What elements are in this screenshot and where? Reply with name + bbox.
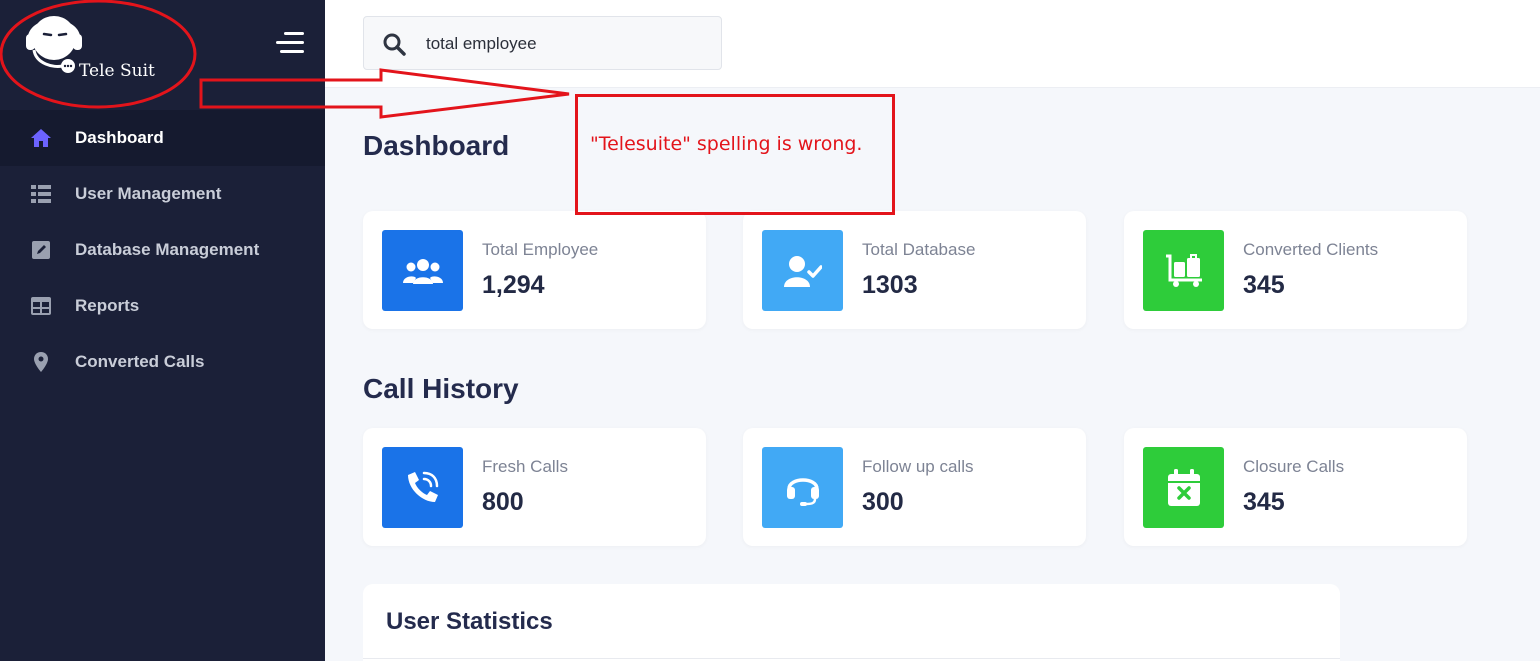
- divider: [363, 658, 1340, 659]
- edit-icon: [30, 239, 52, 261]
- card-value: 300: [862, 488, 904, 516]
- card-value: 1303: [862, 271, 918, 299]
- home-icon: [30, 127, 52, 149]
- card-label: Converted Clients: [1243, 240, 1379, 259]
- search-icon[interactable]: [382, 32, 406, 56]
- stat-card-total-employee[interactable]: Total Employee 1,294: [363, 211, 706, 329]
- sidebar: Tele Suit Dashboard User Management Data…: [0, 0, 325, 661]
- app-logo[interactable]: Tele Suit: [24, 8, 164, 81]
- annotation-note-box: "Telesuite" spelling is wrong.: [575, 94, 895, 215]
- sidebar-item-database-management[interactable]: Database Management: [0, 222, 325, 278]
- stat-card-follow-up-calls[interactable]: Follow up calls 300: [743, 428, 1086, 546]
- sidebar-item-label: Converted Calls: [75, 352, 205, 371]
- card-label: Follow up calls: [862, 457, 974, 476]
- annotation-note-text: "Telesuite" spelling is wrong.: [590, 133, 863, 155]
- stat-card-closure-calls[interactable]: Closure Calls 345: [1124, 428, 1467, 546]
- search-input[interactable]: [426, 31, 706, 57]
- stat-card-total-database[interactable]: Total Database 1303: [743, 211, 1086, 329]
- sidebar-item-label: Database Management: [75, 240, 260, 259]
- sidebar-item-reports[interactable]: Reports: [0, 278, 325, 334]
- page-title: Dashboard: [363, 130, 510, 161]
- sidebar-nav: Dashboard User Management Database Manag…: [0, 110, 325, 390]
- location-pin-icon: [30, 351, 52, 373]
- stat-card-converted-clients[interactable]: Converted Clients 345: [1124, 211, 1467, 329]
- luggage-cart-icon: [1143, 230, 1224, 311]
- sidebar-item-label: User Management: [75, 184, 222, 203]
- headset-icon: [762, 447, 843, 528]
- card-value: 800: [482, 488, 524, 516]
- card-value: 1,294: [482, 271, 545, 299]
- user-statistics-panel: User Statistics: [363, 584, 1340, 661]
- card-label: Total Employee: [482, 240, 599, 259]
- sidebar-item-dashboard[interactable]: Dashboard: [0, 110, 325, 166]
- table-icon: [30, 295, 52, 317]
- user-check-icon: [762, 230, 843, 311]
- search-box[interactable]: [363, 16, 722, 70]
- card-label: Total Database: [862, 240, 976, 259]
- phone-volume-icon: [382, 447, 463, 528]
- card-label: Closure Calls: [1243, 457, 1345, 476]
- logo-text: Tele Suit: [79, 61, 155, 81]
- user-statistics-title: User Statistics: [386, 608, 553, 635]
- list-icon: [30, 183, 52, 205]
- sidebar-item-converted-calls[interactable]: Converted Calls: [0, 334, 325, 390]
- card-value: 345: [1243, 488, 1285, 516]
- calendar-x-icon: [1143, 447, 1224, 528]
- sidebar-item-label: Dashboard: [75, 128, 164, 147]
- top-bar: [325, 0, 1540, 88]
- card-value: 345: [1243, 271, 1285, 299]
- sidebar-item-label: Reports: [75, 296, 140, 315]
- hamburger-menu-icon[interactable]: [276, 32, 304, 54]
- card-label: Fresh Calls: [482, 457, 568, 476]
- sidebar-item-user-management[interactable]: User Management: [0, 166, 325, 222]
- section-title-call-history: Call History: [363, 373, 519, 404]
- users-icon: [382, 230, 463, 311]
- stat-card-fresh-calls[interactable]: Fresh Calls 800: [363, 428, 706, 546]
